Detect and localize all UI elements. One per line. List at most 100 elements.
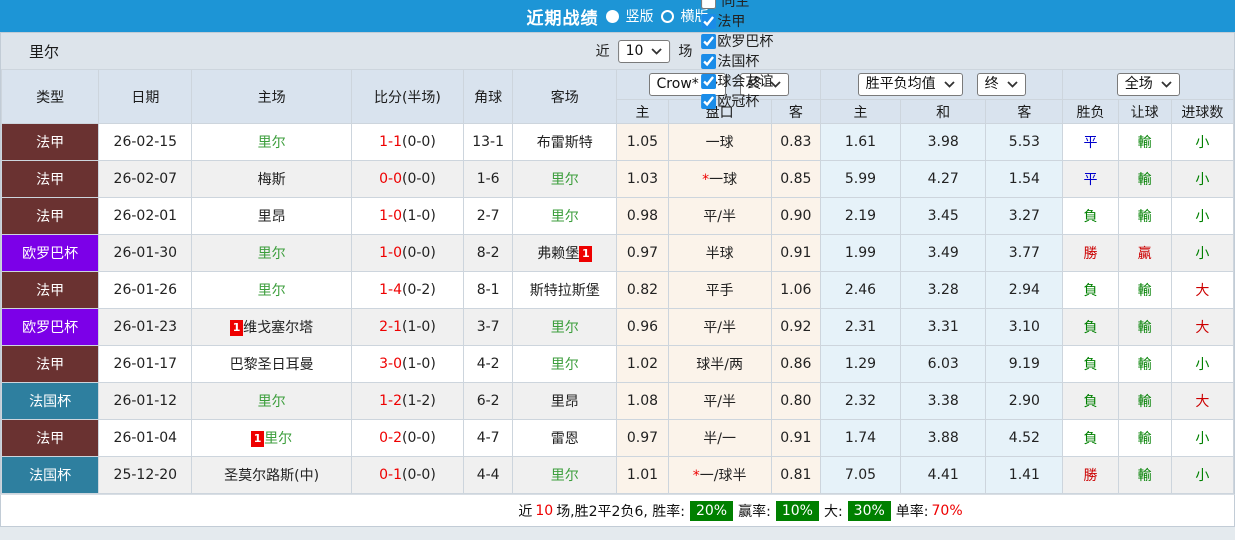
filter-checkbox-法甲[interactable]: 法甲 — [700, 11, 773, 31]
wdl-result-cell: 負 — [1062, 308, 1119, 346]
home-team-cell: 里尔 — [191, 382, 352, 420]
wdl-result-cell: 負 — [1062, 271, 1119, 309]
handicap-result-cell: 贏 — [1117, 234, 1172, 272]
handicap-result-cell: 輸 — [1117, 419, 1172, 457]
away-team-cell: 布雷斯特 — [512, 123, 618, 161]
checkbox-input[interactable] — [701, 73, 717, 89]
filter-checkbox-球会友谊[interactable]: 球会友谊 — [700, 71, 773, 91]
europe-away-odds-cell: 2.94 — [985, 271, 1064, 309]
europe-home-odds-cell: 1.29 — [819, 345, 902, 383]
summary-prefix: 近 — [518, 503, 533, 520]
asia-home-odds-cell: 1.02 — [616, 345, 669, 383]
sub-header-wdl: 胜负 — [1062, 99, 1119, 124]
home-team-name: 里昂 — [257, 209, 286, 225]
summary-footer: 近 10 场,胜2平2负6, 胜率: 20% 赢率: 10% 大: 30% 单率: 7… — [0, 494, 1235, 527]
away-team-name: 雷恩 — [550, 431, 579, 447]
table-row: 法甲 26-02-15 里尔 1-1(0-0) 13-1 布雷斯特 1.05 一球 0.83 1.… — [0, 123, 1235, 161]
checkbox-input[interactable] — [701, 0, 717, 9]
asia-home-odds-cell: 0.97 — [616, 234, 669, 272]
corner-cell: 13-1 — [463, 123, 514, 161]
goals-result-cell: 大 — [1170, 308, 1235, 346]
goals-result-cell: 小 — [1170, 234, 1235, 272]
col-header-home: 主场 — [191, 69, 352, 124]
asia-away-odds-cell: 0.86 — [770, 345, 821, 383]
europe-odds-time-value: 终 — [984, 76, 999, 92]
checkbox-input[interactable] — [701, 53, 717, 69]
europe-away-odds-cell: 4.52 — [985, 419, 1064, 457]
goals-result-cell: 小 — [1170, 160, 1235, 198]
corner-cell: 4-4 — [463, 456, 514, 494]
checkbox-label: 同主 — [721, 0, 750, 10]
asia-away-odds-cell: 0.80 — [770, 382, 821, 420]
match-type-cell: 法国杯 — [0, 382, 100, 420]
filter-checkbox-欧罗巴杯[interactable]: 欧罗巴杯 — [700, 31, 773, 51]
results-tbody: 法甲 26-02-15 里尔 1-1(0-0) 13-1 布雷斯特 1.05 一球 0.83 1.… — [0, 123, 1235, 494]
checkbox-input[interactable] — [701, 93, 717, 109]
checkbox-input[interactable] — [701, 13, 717, 29]
halftime-score: (1-0) — [401, 319, 436, 335]
sub-header-handicap-result: 让球 — [1117, 99, 1172, 124]
sub-header-asia-away: 客 — [770, 99, 821, 124]
match-date-cell: 26-02-15 — [98, 123, 193, 161]
europe-home-odds-cell: 7.05 — [819, 456, 902, 494]
checkbox-input[interactable] — [701, 33, 717, 49]
home-team-cell: 里尔 — [191, 234, 352, 272]
europe-odds-select[interactable]: 胜平负均值 — [857, 73, 963, 96]
match-type-cell: 法甲 — [0, 345, 100, 383]
asia-home-odds-cell: 0.98 — [616, 197, 669, 235]
goals-result-cell: 小 — [1170, 197, 1235, 235]
fulltime-score: 1-0 — [379, 208, 402, 224]
handicap-result-cell: 輸 — [1117, 160, 1172, 198]
europe-away-odds-cell: 9.19 — [985, 345, 1064, 383]
rank-badge: 1 — [251, 431, 265, 447]
sub-header-eu-away: 客 — [985, 99, 1064, 124]
handicap-line-cell: 一球 — [667, 123, 772, 161]
europe-away-odds-cell: 1.41 — [985, 456, 1064, 494]
chevron-down-icon — [651, 47, 663, 55]
asia-home-odds-cell: 1.03 — [616, 160, 669, 198]
europe-home-odds-cell: 2.46 — [819, 271, 902, 309]
home-team-cell: 里尔 — [191, 271, 352, 309]
europe-home-odds-cell: 1.61 — [819, 123, 902, 161]
europe-draw-odds-cell: 3.88 — [900, 419, 987, 457]
filter-checkbox-法国杯[interactable]: 法国杯 — [700, 51, 773, 71]
table-row: 法甲 26-01-17 巴黎圣日耳曼 3-0(1-0) 4-2 里尔 1.02 球半/两 0.8… — [0, 345, 1235, 383]
recent-count-select[interactable]: 10 — [617, 39, 671, 63]
halftime-score: (0-0) — [401, 134, 436, 150]
corner-cell: 8-1 — [463, 271, 514, 309]
col-header-type: 类型 — [0, 69, 100, 124]
halftime-score: (0-0) — [401, 467, 436, 483]
result-scope-value: 全场 — [1124, 76, 1153, 92]
handicap-line-cell: 平手 — [667, 271, 772, 309]
filter-controls: 近 10 场 同主 法甲 欧罗巴杯 法国杯 球会友谊 欧冠杯 — [596, 0, 773, 111]
corner-cell: 6-2 — [463, 382, 514, 420]
europe-away-odds-cell: 3.77 — [985, 234, 1064, 272]
handicap-result-cell: 輸 — [1117, 382, 1172, 420]
fulltime-score: 0-0 — [379, 171, 402, 187]
away-team-cell: 里尔 — [512, 456, 618, 494]
page-title: 近期战绩 — [526, 8, 599, 29]
home-team-name: 维戈塞尔塔 — [243, 320, 314, 336]
europe-away-odds-cell: 5.53 — [985, 123, 1064, 161]
away-team-name: 弗赖堡 — [537, 246, 580, 262]
halftime-score: (0-0) — [401, 430, 436, 446]
handicap-result-cell: 輸 — [1117, 123, 1172, 161]
home-team-name: 圣莫尔路斯(中) — [224, 468, 320, 484]
wdl-result-cell: 負 — [1062, 345, 1119, 383]
europe-away-odds-cell: 3.10 — [985, 308, 1064, 346]
score-cell: 1-1(0-0) — [350, 123, 465, 161]
col-header-date: 日期 — [98, 69, 193, 124]
europe-odds-time-select[interactable]: 终 — [976, 73, 1026, 96]
corner-cell: 8-2 — [463, 234, 514, 272]
europe-home-odds-cell: 1.74 — [819, 419, 902, 457]
filter-checkbox-同主[interactable]: 同主 — [700, 0, 773, 11]
home-team-cell: 1 里尔 — [191, 419, 352, 457]
filter-checkbox-欧冠杯[interactable]: 欧冠杯 — [700, 91, 773, 111]
match-type-cell: 法甲 — [0, 160, 100, 198]
result-scope-select[interactable]: 全场 — [1116, 73, 1180, 96]
rank-badge: 1 — [579, 246, 593, 262]
checkbox-label: 欧罗巴杯 — [717, 34, 774, 50]
match-type-cell: 欧罗巴杯 — [0, 308, 100, 346]
away-team-cell: 里尔 — [512, 197, 618, 235]
checkbox-label: 法甲 — [717, 14, 746, 30]
